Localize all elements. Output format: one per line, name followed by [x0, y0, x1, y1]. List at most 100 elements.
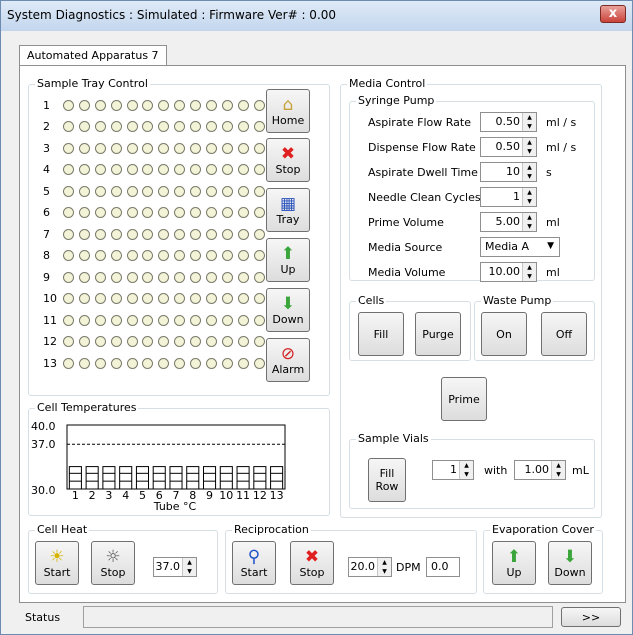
tube-position[interactable] — [78, 336, 90, 347]
tube-position[interactable] — [190, 185, 202, 197]
tube-position[interactable] — [237, 314, 249, 326]
tube-position[interactable] — [237, 185, 249, 197]
tube-position[interactable] — [142, 314, 154, 326]
tube-position[interactable] — [63, 336, 74, 347]
tube-position[interactable] — [63, 185, 74, 197]
tube-position[interactable] — [190, 142, 202, 154]
tube-position[interactable] — [206, 142, 218, 154]
tube-position[interactable] — [158, 99, 170, 111]
tube-position[interactable] — [94, 185, 106, 197]
tab-automated-apparatus[interactable]: Automated Apparatus 7 — [19, 45, 167, 66]
spinner-arrows-icon[interactable]: ▲ ▼ — [551, 461, 565, 479]
heat-start-button[interactable]: ☀ Start — [35, 541, 79, 585]
tube-position[interactable] — [237, 121, 249, 132]
tube-position[interactable] — [110, 207, 122, 218]
reciprocation-stop-button[interactable]: ✖ Stop — [290, 541, 334, 585]
tube-position[interactable] — [221, 99, 233, 111]
tube-position[interactable] — [78, 207, 90, 218]
tube-position[interactable] — [237, 164, 249, 175]
tube-position[interactable] — [237, 99, 249, 111]
tube-position[interactable] — [94, 142, 106, 154]
tube-position[interactable] — [221, 271, 233, 283]
down-button[interactable]: ⬇ Down — [266, 288, 310, 332]
tube-position[interactable] — [237, 142, 249, 154]
tube-position[interactable] — [221, 207, 233, 218]
spinner-arrows-icon[interactable]: ▲ ▼ — [459, 461, 473, 479]
tube-position[interactable] — [94, 314, 106, 326]
tube-position[interactable] — [158, 314, 170, 326]
tube-position[interactable] — [110, 271, 122, 283]
prime-volume-input[interactable]: 5.00 ▲ ▼ — [480, 212, 537, 232]
cover-down-button[interactable]: ⬇ Down — [548, 541, 592, 585]
tube-position[interactable] — [94, 228, 106, 240]
tube-position[interactable] — [190, 228, 202, 240]
tube-position[interactable] — [78, 121, 90, 132]
tube-position[interactable] — [158, 164, 170, 175]
waste-pump-on-button[interactable]: On — [481, 312, 527, 356]
tube-position[interactable] — [110, 314, 122, 326]
tube-position[interactable] — [126, 314, 138, 326]
tube-position[interactable] — [94, 271, 106, 283]
tube-position[interactable] — [174, 207, 186, 218]
tube-position[interactable] — [142, 293, 154, 304]
cover-up-button[interactable]: ⬆ Up — [492, 541, 536, 585]
tube-position[interactable] — [190, 121, 202, 132]
tube-position[interactable] — [63, 228, 74, 240]
tube-position[interactable] — [94, 357, 106, 369]
tube-position[interactable] — [126, 164, 138, 175]
tube-position[interactable] — [142, 121, 154, 132]
tube-position[interactable] — [63, 250, 74, 261]
tube-position[interactable] — [190, 207, 202, 218]
tube-position[interactable] — [174, 185, 186, 197]
spinner-arrows-icon[interactable]: ▲ ▼ — [522, 188, 536, 206]
spinner-arrows-icon[interactable]: ▲ ▼ — [522, 213, 536, 231]
media-source-select[interactable]: Media A ▼ — [480, 237, 560, 257]
vial-count-input[interactable]: 1 ▲ ▼ — [432, 460, 474, 480]
tube-position[interactable] — [63, 271, 74, 283]
spinner-arrows-icon[interactable]: ▲ ▼ — [522, 138, 536, 156]
tube-position[interactable] — [63, 142, 74, 154]
tube-position[interactable] — [253, 185, 265, 197]
spinner-arrows-icon[interactable]: ▲ ▼ — [182, 558, 196, 576]
tube-position[interactable] — [126, 185, 138, 197]
tube-position[interactable] — [190, 293, 202, 304]
tube-position[interactable] — [221, 121, 233, 132]
tube-position[interactable] — [253, 250, 265, 261]
tube-position[interactable] — [206, 271, 218, 283]
close-button[interactable]: x — [600, 5, 626, 23]
spinner-arrows-icon[interactable]: ▲ ▼ — [522, 163, 536, 181]
tube-position[interactable] — [78, 314, 90, 326]
tube-position[interactable] — [142, 164, 154, 175]
tube-position[interactable] — [142, 357, 154, 369]
tube-position[interactable] — [206, 336, 218, 347]
tube-position[interactable] — [174, 142, 186, 154]
needle-clean-cycles-input[interactable]: 1 ▲ ▼ — [480, 187, 537, 207]
tube-position[interactable] — [206, 207, 218, 218]
tube-position[interactable] — [94, 164, 106, 175]
tube-position[interactable] — [94, 121, 106, 132]
tube-position[interactable] — [126, 99, 138, 111]
tube-position[interactable] — [221, 228, 233, 240]
tube-position[interactable] — [110, 121, 122, 132]
waste-pump-off-button[interactable]: Off — [541, 312, 587, 356]
tube-position[interactable] — [158, 228, 170, 240]
tube-position[interactable] — [94, 250, 106, 261]
dispense-flow-rate-input[interactable]: 0.50 ▲ ▼ — [480, 137, 537, 157]
tube-position[interactable] — [110, 250, 122, 261]
prime-button[interactable]: Prime — [441, 377, 487, 421]
tube-position[interactable] — [221, 357, 233, 369]
tube-position[interactable] — [174, 271, 186, 283]
tube-position[interactable] — [142, 99, 154, 111]
tube-position[interactable] — [174, 99, 186, 111]
tube-position[interactable] — [142, 336, 154, 347]
tube-position[interactable] — [237, 228, 249, 240]
tube-position[interactable] — [221, 336, 233, 347]
tube-position[interactable] — [253, 336, 265, 347]
aspirate-flow-rate-input[interactable]: 0.50 ▲ ▼ — [480, 112, 537, 132]
fill-button[interactable]: Fill — [358, 312, 404, 356]
tube-position[interactable] — [63, 293, 74, 304]
tube-position[interactable] — [158, 121, 170, 132]
tube-position[interactable] — [78, 293, 90, 304]
tube-position[interactable] — [206, 228, 218, 240]
tube-position[interactable] — [190, 357, 202, 369]
